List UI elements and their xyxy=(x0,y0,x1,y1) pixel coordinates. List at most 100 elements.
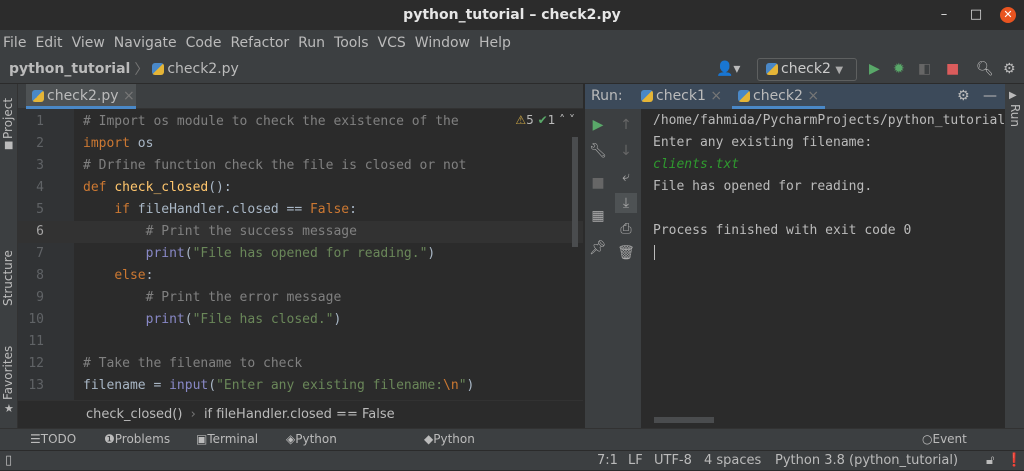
python-packages-button[interactable]: ◈ Python Packages xyxy=(286,429,351,467)
console-scrollbar[interactable] xyxy=(654,417,714,423)
lock-icon[interactable]: 🔓︎ xyxy=(986,451,994,470)
run-config-dropdown[interactable]: check2 ▼ xyxy=(757,58,857,81)
layout-icon[interactable]: ▦ xyxy=(587,206,609,226)
code-line[interactable]: 2 import os xyxy=(18,133,583,155)
next-icon[interactable]: ˅ xyxy=(569,113,575,127)
breadcrumb-project[interactable]: python_tutorial xyxy=(9,61,130,77)
close-tab-icon[interactable]: × xyxy=(807,88,819,104)
line-separator[interactable]: LF xyxy=(628,451,643,470)
event-log-button[interactable]: ○Event Log xyxy=(922,429,967,467)
run-icon[interactable]: ▶ xyxy=(869,55,880,84)
menu-code[interactable]: Code xyxy=(186,35,222,51)
indent-setting[interactable]: 4 spaces xyxy=(704,451,761,470)
coverage-icon[interactable]: ◧ xyxy=(918,55,931,84)
code-line[interactable]: 10 print("File has closed.") xyxy=(18,309,583,331)
code-editor[interactable]: 1 # Import os module to check the existen… xyxy=(18,109,583,400)
error-icon[interactable]: ❗ xyxy=(1006,451,1022,470)
crumb-separator: › xyxy=(190,407,196,422)
project-tool-button[interactable]: Project xyxy=(1,98,15,139)
user-icon[interactable]: 👤▾ xyxy=(716,55,740,84)
structure-tool-button[interactable]: Structure xyxy=(1,250,15,306)
code-line[interactable]: 13 filename = input("Enter any existing f… xyxy=(18,375,583,397)
menu-vcs[interactable]: VCS xyxy=(378,35,406,51)
breadcrumb-separator: 〉 xyxy=(134,62,149,78)
layout-toggle-icon[interactable]: ▯ xyxy=(5,451,12,470)
close-tab-icon[interactable]: × xyxy=(123,88,135,104)
status-bar: ▯ 7:1 LF UTF-8 4 spaces Python 3.8 (pyth… xyxy=(0,450,1024,470)
tab-label: check1 xyxy=(656,88,706,104)
wrench-icon[interactable]: 🔧︎ xyxy=(587,141,609,161)
menu-edit[interactable]: Edit xyxy=(35,35,62,51)
code-line[interactable]: 11 xyxy=(18,331,583,353)
code-line[interactable]: 4 def check_closed(): xyxy=(18,177,583,199)
code-line[interactable]: 7 print("File has opened for reading.") xyxy=(18,243,583,265)
code-line[interactable]: 5 if fileHandler.closed == False: xyxy=(18,199,583,221)
code-line[interactable]: 12 # Take the filename to check xyxy=(18,353,583,375)
stop-icon[interactable]: ■ xyxy=(946,55,959,84)
todo-button[interactable]: ☰ TODO xyxy=(30,429,76,450)
previous-icon[interactable]: ˄ xyxy=(559,113,565,127)
terminal-button[interactable]: ▣ Terminal xyxy=(196,429,258,450)
menu-file[interactable]: File xyxy=(3,35,26,51)
code-line[interactable]: 3 # Drfine function check the file is clo… xyxy=(18,155,583,177)
search-icon[interactable]: 🔍︎ xyxy=(976,55,994,84)
gear-icon[interactable]: ⚙ xyxy=(1003,55,1016,84)
debug-icon[interactable]: ✹ xyxy=(893,55,905,84)
python-interpreter[interactable]: Python 3.8 (python_tutorial) xyxy=(775,451,958,470)
code-text: # Print the error message xyxy=(83,287,342,309)
pin-icon[interactable]: 📌︎ xyxy=(587,238,609,258)
close-tab-icon[interactable]: × xyxy=(710,88,722,104)
run-panel-header: Run: check1 × check2 × ⚙ — xyxy=(585,84,1005,109)
run-tab-check2[interactable]: check2 × xyxy=(732,84,826,109)
code-text: # Drfine function check the file is clos… xyxy=(83,155,467,177)
run-tool-button[interactable]: Run xyxy=(1008,104,1022,127)
crumb-function[interactable]: check_closed() xyxy=(86,407,182,422)
tab-check2-py[interactable]: check2.py × xyxy=(26,84,136,109)
right-tool-strip: ▶ Run xyxy=(1005,84,1024,428)
maximize-button[interactable]: □ xyxy=(968,7,984,23)
trash-icon[interactable]: 🗑︎ xyxy=(615,243,637,263)
print-icon[interactable]: ⎙ xyxy=(615,219,637,239)
scroll-to-end-icon[interactable]: ⤓ xyxy=(615,193,637,213)
code-text: print("File has opened for reading.") xyxy=(83,243,436,265)
editor-scrollbar[interactable] xyxy=(572,137,578,247)
code-line[interactable]: 9 # Print the error message xyxy=(18,287,583,309)
code-token: print xyxy=(145,312,185,327)
stop-icon[interactable]: ■ xyxy=(587,173,609,193)
python-icon xyxy=(766,63,778,75)
problems-button[interactable]: ❶ Problems xyxy=(104,429,170,450)
run-tab-check1[interactable]: check1 × xyxy=(641,84,722,109)
settings-icon[interactable]: ⚙ xyxy=(957,84,970,109)
close-button[interactable]: ✕ xyxy=(1000,7,1016,23)
up-arrow-icon[interactable]: ↑ xyxy=(615,115,637,135)
code-line[interactable]: 8 else: xyxy=(18,265,583,287)
menu-tools[interactable]: Tools xyxy=(334,35,369,51)
menu-view[interactable]: View xyxy=(72,35,105,51)
python-icon xyxy=(738,90,750,102)
file-encoding[interactable]: UTF-8 xyxy=(654,451,692,470)
code-token: ) xyxy=(466,378,475,393)
inspection-widget[interactable]: ⚠5 ✔1 ˄ ˅ xyxy=(511,113,575,127)
soft-wrap-icon[interactable]: ⤶ xyxy=(615,167,637,187)
menu-refactor[interactable]: Refactor xyxy=(230,35,289,51)
down-arrow-icon[interactable]: ↓ xyxy=(615,141,637,161)
line-number: 6 xyxy=(36,224,44,239)
line-number: 10 xyxy=(28,312,44,327)
python-console-button[interactable]: ◆ Python Console xyxy=(424,429,481,467)
rerun-icon[interactable]: ▶ xyxy=(587,115,609,135)
code-line[interactable]: 1 # Import os module to check the existen… xyxy=(18,111,583,133)
hide-icon[interactable]: — xyxy=(983,84,997,109)
breadcrumb-file[interactable]: check2.py xyxy=(167,61,239,77)
menu-window[interactable]: Window xyxy=(415,35,470,51)
menu-navigate[interactable]: Navigate xyxy=(114,35,177,51)
run-console[interactable]: /home/fahmida/PycharmProjects/python_tut… xyxy=(642,109,1005,428)
code-token: False xyxy=(309,202,350,217)
menu-help[interactable]: Help xyxy=(479,35,511,51)
code-line[interactable]: 6 # Print the success message xyxy=(18,221,583,243)
favorites-tool-button[interactable]: Favorites xyxy=(1,346,15,400)
menu-run[interactable]: Run xyxy=(298,35,325,51)
crumb-if[interactable]: if fileHandler.closed == False xyxy=(204,407,395,422)
caret-position[interactable]: 7:1 xyxy=(597,451,618,470)
minimize-button[interactable]: – xyxy=(936,7,952,23)
